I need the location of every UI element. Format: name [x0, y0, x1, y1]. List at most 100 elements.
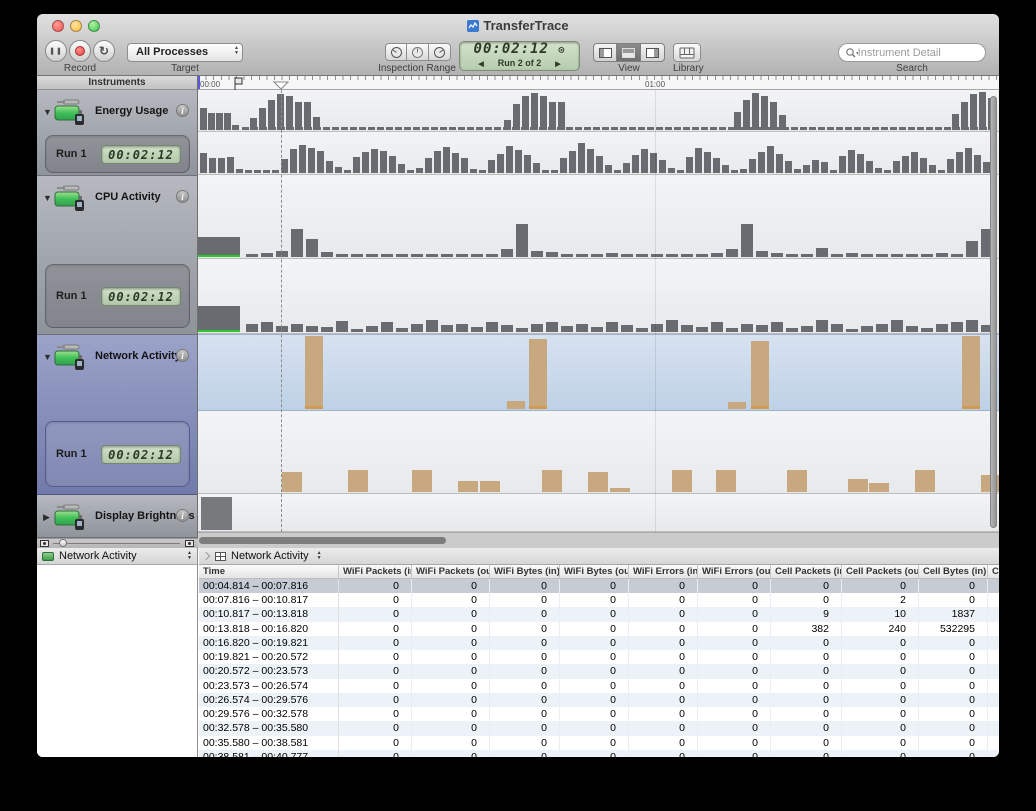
time-cell: 00:26.574 – 00:29.576 — [199, 693, 339, 707]
disclosure-triangle-icon[interactable]: ▼ — [43, 352, 52, 362]
chart-bar — [486, 254, 498, 257]
disclosure-triangle-icon[interactable]: ▼ — [43, 193, 52, 203]
chart-bar — [377, 127, 384, 130]
table-row[interactable]: 00:20.572 – 00:23.573000000000 — [199, 664, 999, 678]
table-row[interactable]: 00:32.578 – 00:35.580000000000 — [199, 721, 999, 735]
chart-bar — [800, 127, 807, 130]
loop-button[interactable]: ↻ — [93, 40, 115, 62]
detail-selector[interactable]: Network Activity ▲▼ — [37, 548, 197, 565]
column-header[interactable]: WiFi Bytes (in) — [490, 565, 560, 578]
title-bar[interactable]: TransferTrace — [37, 14, 999, 38]
table-row[interactable]: 00:26.574 – 00:29.576000000000 — [199, 693, 999, 707]
time-cell: 00:04.814 – 00:07.816 — [199, 579, 339, 593]
table-row[interactable]: 00:10.817 – 00:13.8180000009101837 — [199, 607, 999, 621]
instrument-section-network[interactable]: ▼ Network Activity i Run 1 00:02:12 — [37, 335, 197, 495]
column-header[interactable]: C — [988, 565, 999, 578]
network-instrument-icon — [53, 341, 89, 376]
instrument-section-cpu[interactable]: ▼ CPU Activity i Run 1 00:02:12 — [37, 176, 197, 335]
inspection-range-end-button[interactable] — [429, 43, 451, 61]
previous-run-button[interactable]: ◀ — [464, 61, 497, 68]
value-cell: 0 — [771, 693, 842, 707]
chart-bar — [476, 127, 483, 130]
view-group-label: View — [593, 63, 665, 74]
column-header[interactable]: WiFi Packets (in) — [339, 565, 412, 578]
inspection-range-clear-button[interactable] — [407, 43, 429, 61]
energy-usage-run1-track[interactable] — [198, 132, 999, 175]
info-button[interactable]: i — [176, 190, 189, 203]
cpu-run-panel[interactable]: Run 1 00:02:12 — [45, 264, 190, 328]
cpu-activity-run1-track[interactable] — [198, 259, 999, 334]
inspection-head-marker[interactable] — [273, 81, 289, 90]
search-field[interactable] — [838, 43, 986, 62]
search-input[interactable] — [858, 47, 979, 59]
record-button[interactable] — [69, 40, 91, 62]
table-row[interactable]: 00:04.814 – 00:07.816000000000 — [199, 579, 999, 593]
disclosure-triangle-icon[interactable]: ▼ — [43, 107, 52, 117]
chart-bar — [531, 93, 538, 130]
info-button[interactable]: i — [176, 509, 189, 522]
chart-bar — [771, 322, 783, 332]
zoom-slider-knob[interactable] — [59, 539, 67, 547]
table-row[interactable]: 00:16.820 – 00:19.821000000000 — [199, 636, 999, 650]
horizontal-scroll-area — [198, 532, 999, 548]
inspection-range-start-button[interactable] — [385, 43, 407, 61]
column-header[interactable]: WiFi Bytes (out) — [560, 565, 629, 578]
energy-run-panel[interactable]: Run 1 00:02:12 — [45, 135, 190, 173]
table-row[interactable]: 00:38.581 – 00:40.777000000000 — [199, 750, 999, 757]
library-button[interactable] — [673, 43, 701, 62]
chart-bar — [549, 102, 556, 130]
instrument-section-energy[interactable]: ▼ Energy Usage i Run 1 00:02:12 — [37, 90, 197, 176]
table-row[interactable]: 00:29.576 – 00:32.578000000000 — [199, 707, 999, 721]
table-row[interactable]: 00:19.821 – 00:20.572000000000 — [199, 650, 999, 664]
recording-flag-icon[interactable] — [234, 77, 244, 90]
detail-breadcrumb-bar[interactable]: Network Activity ▲▼ — [199, 548, 999, 565]
chart-bar — [458, 481, 478, 492]
disclosure-triangle-icon[interactable]: ▶ — [43, 512, 50, 523]
chart-bar — [479, 170, 486, 173]
value-cell: 0 — [698, 679, 771, 693]
column-header[interactable]: Cell Packets (in) — [771, 565, 842, 578]
column-header[interactable]: WiFi Packets (out) — [412, 565, 490, 578]
horizontal-scrollbar[interactable] — [199, 537, 446, 544]
network-activity-run1-track[interactable] — [198, 411, 999, 494]
view-bottom-pane-button[interactable] — [617, 43, 641, 62]
value-cell: 0 — [490, 750, 560, 757]
timeline-ruler[interactable]: 00:00 01:00 — [198, 76, 999, 90]
table-row[interactable]: 00:23.573 – 00:26.574000000000 — [199, 679, 999, 693]
chart-bar — [431, 127, 438, 130]
value-cell: 0 — [560, 607, 629, 621]
playhead-line[interactable] — [281, 90, 282, 532]
column-header[interactable]: Cell Packets (out) — [842, 565, 919, 578]
chart-bar — [281, 159, 288, 173]
display-brightness-track-chart — [198, 494, 999, 531]
next-run-button[interactable]: ▶ — [541, 61, 574, 68]
chart-bar — [546, 252, 558, 257]
cpu-activity-track[interactable] — [198, 175, 999, 259]
column-header[interactable]: Cell Bytes (in) — [919, 565, 988, 578]
chart-bar — [584, 127, 591, 130]
instrument-section-display-brightness[interactable]: ▶ Display Brightness i — [37, 495, 197, 538]
table-row[interactable]: 00:35.580 – 00:38.581000000000 — [199, 736, 999, 750]
table-row[interactable]: 00:13.818 – 00:16.820000000382240532295 — [199, 622, 999, 636]
target-popup[interactable]: All Processes ▲▼ — [127, 43, 243, 62]
view-right-pane-button[interactable] — [641, 43, 665, 62]
column-header[interactable]: Time — [199, 565, 339, 578]
vertical-scrollbar[interactable] — [990, 96, 997, 528]
column-header[interactable]: WiFi Errors (out) — [698, 565, 771, 578]
network-activity-track-selected[interactable] — [198, 334, 999, 411]
value-cell: 0 — [919, 707, 988, 721]
zoom-slider-track[interactable] — [53, 543, 180, 544]
energy-usage-track[interactable] — [198, 90, 999, 132]
chart-bar — [801, 254, 813, 257]
pause-button[interactable]: ❚❚ — [45, 40, 67, 62]
network-run-panel[interactable]: Run 1 00:02:12 — [45, 421, 190, 487]
info-button[interactable]: i — [176, 349, 189, 362]
display-brightness-track[interactable] — [198, 494, 999, 532]
table-row[interactable]: 00:07.816 – 00:10.817000000020 — [199, 593, 999, 607]
chart-bar — [359, 127, 366, 130]
chart-bar — [306, 239, 318, 257]
pause-icon: ❚❚ — [49, 47, 63, 55]
column-header[interactable]: WiFi Errors (in) — [629, 565, 698, 578]
view-left-pane-button[interactable] — [593, 43, 617, 62]
info-button[interactable]: i — [176, 104, 189, 117]
